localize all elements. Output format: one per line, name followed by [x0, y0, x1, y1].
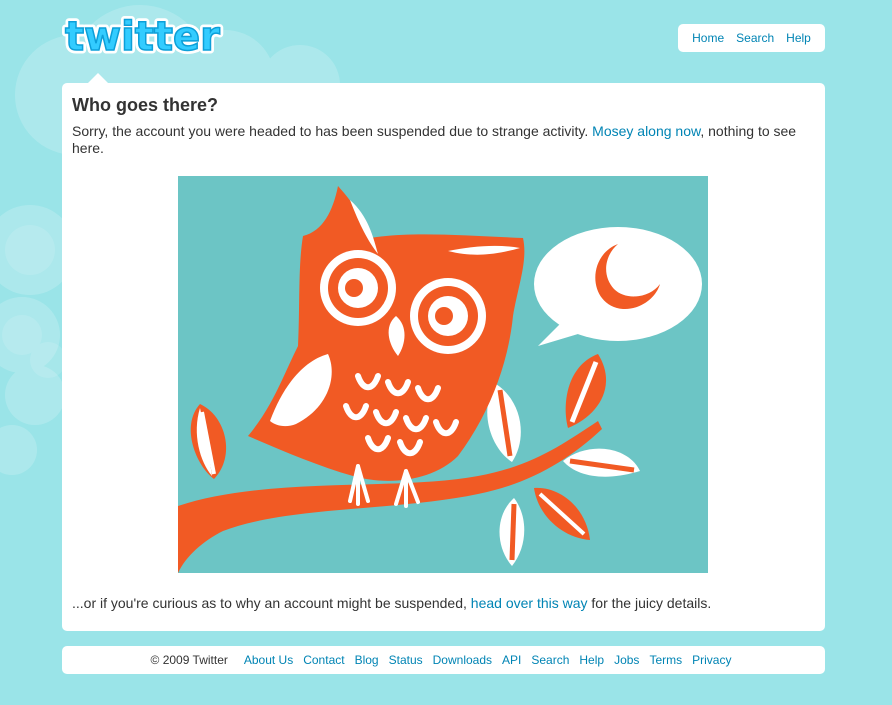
footer-link-about-us[interactable]: About Us	[244, 653, 293, 667]
main-content: Who goes there? Sorry, the account you w…	[62, 83, 825, 631]
suspension-message: Sorry, the account you were headed to ha…	[72, 123, 817, 157]
bottom-text-before: ...or if you're curious as to why an acc…	[72, 595, 471, 611]
footer: © 2009 Twitter About Us Contact Blog Sta…	[62, 646, 825, 674]
copyright-text: © 2009 Twitter	[150, 653, 228, 667]
footer-link-contact[interactable]: Contact	[303, 653, 344, 667]
footer-link-help[interactable]: Help	[579, 653, 604, 667]
footer-link-api[interactable]: API	[502, 653, 521, 667]
nav-search-link[interactable]: Search	[736, 31, 774, 45]
footer-link-status[interactable]: Status	[389, 653, 423, 667]
message-text-before: Sorry, the account you were headed to ha…	[72, 123, 593, 139]
bottom-text-after: for the juicy details.	[587, 595, 712, 611]
footer-link-search[interactable]: Search	[531, 653, 569, 667]
head-over-this-way-link[interactable]: head over this way	[471, 595, 588, 611]
owl-illustration	[178, 176, 708, 573]
logo-text: twitter	[65, 14, 220, 58]
nav-help-link[interactable]: Help	[786, 31, 811, 45]
top-navigation: Home Search Help	[678, 24, 825, 52]
mosey-along-link[interactable]: Mosey along now	[592, 123, 700, 139]
content-pointer	[88, 73, 108, 83]
footer-link-jobs[interactable]: Jobs	[614, 653, 639, 667]
page-title: Who goes there?	[72, 95, 219, 115]
twitter-logo-icon: twitter twitter	[62, 11, 224, 64]
footer-link-blog[interactable]: Blog	[355, 653, 379, 667]
footer-link-downloads[interactable]: Downloads	[433, 653, 492, 667]
nav-home-link[interactable]: Home	[692, 31, 724, 45]
footer-link-privacy[interactable]: Privacy	[692, 653, 731, 667]
twitter-logo[interactable]: twitter twitter	[62, 11, 238, 64]
suspension-info-message: ...or if you're curious as to why an acc…	[72, 595, 711, 612]
footer-link-terms[interactable]: Terms	[649, 653, 682, 667]
